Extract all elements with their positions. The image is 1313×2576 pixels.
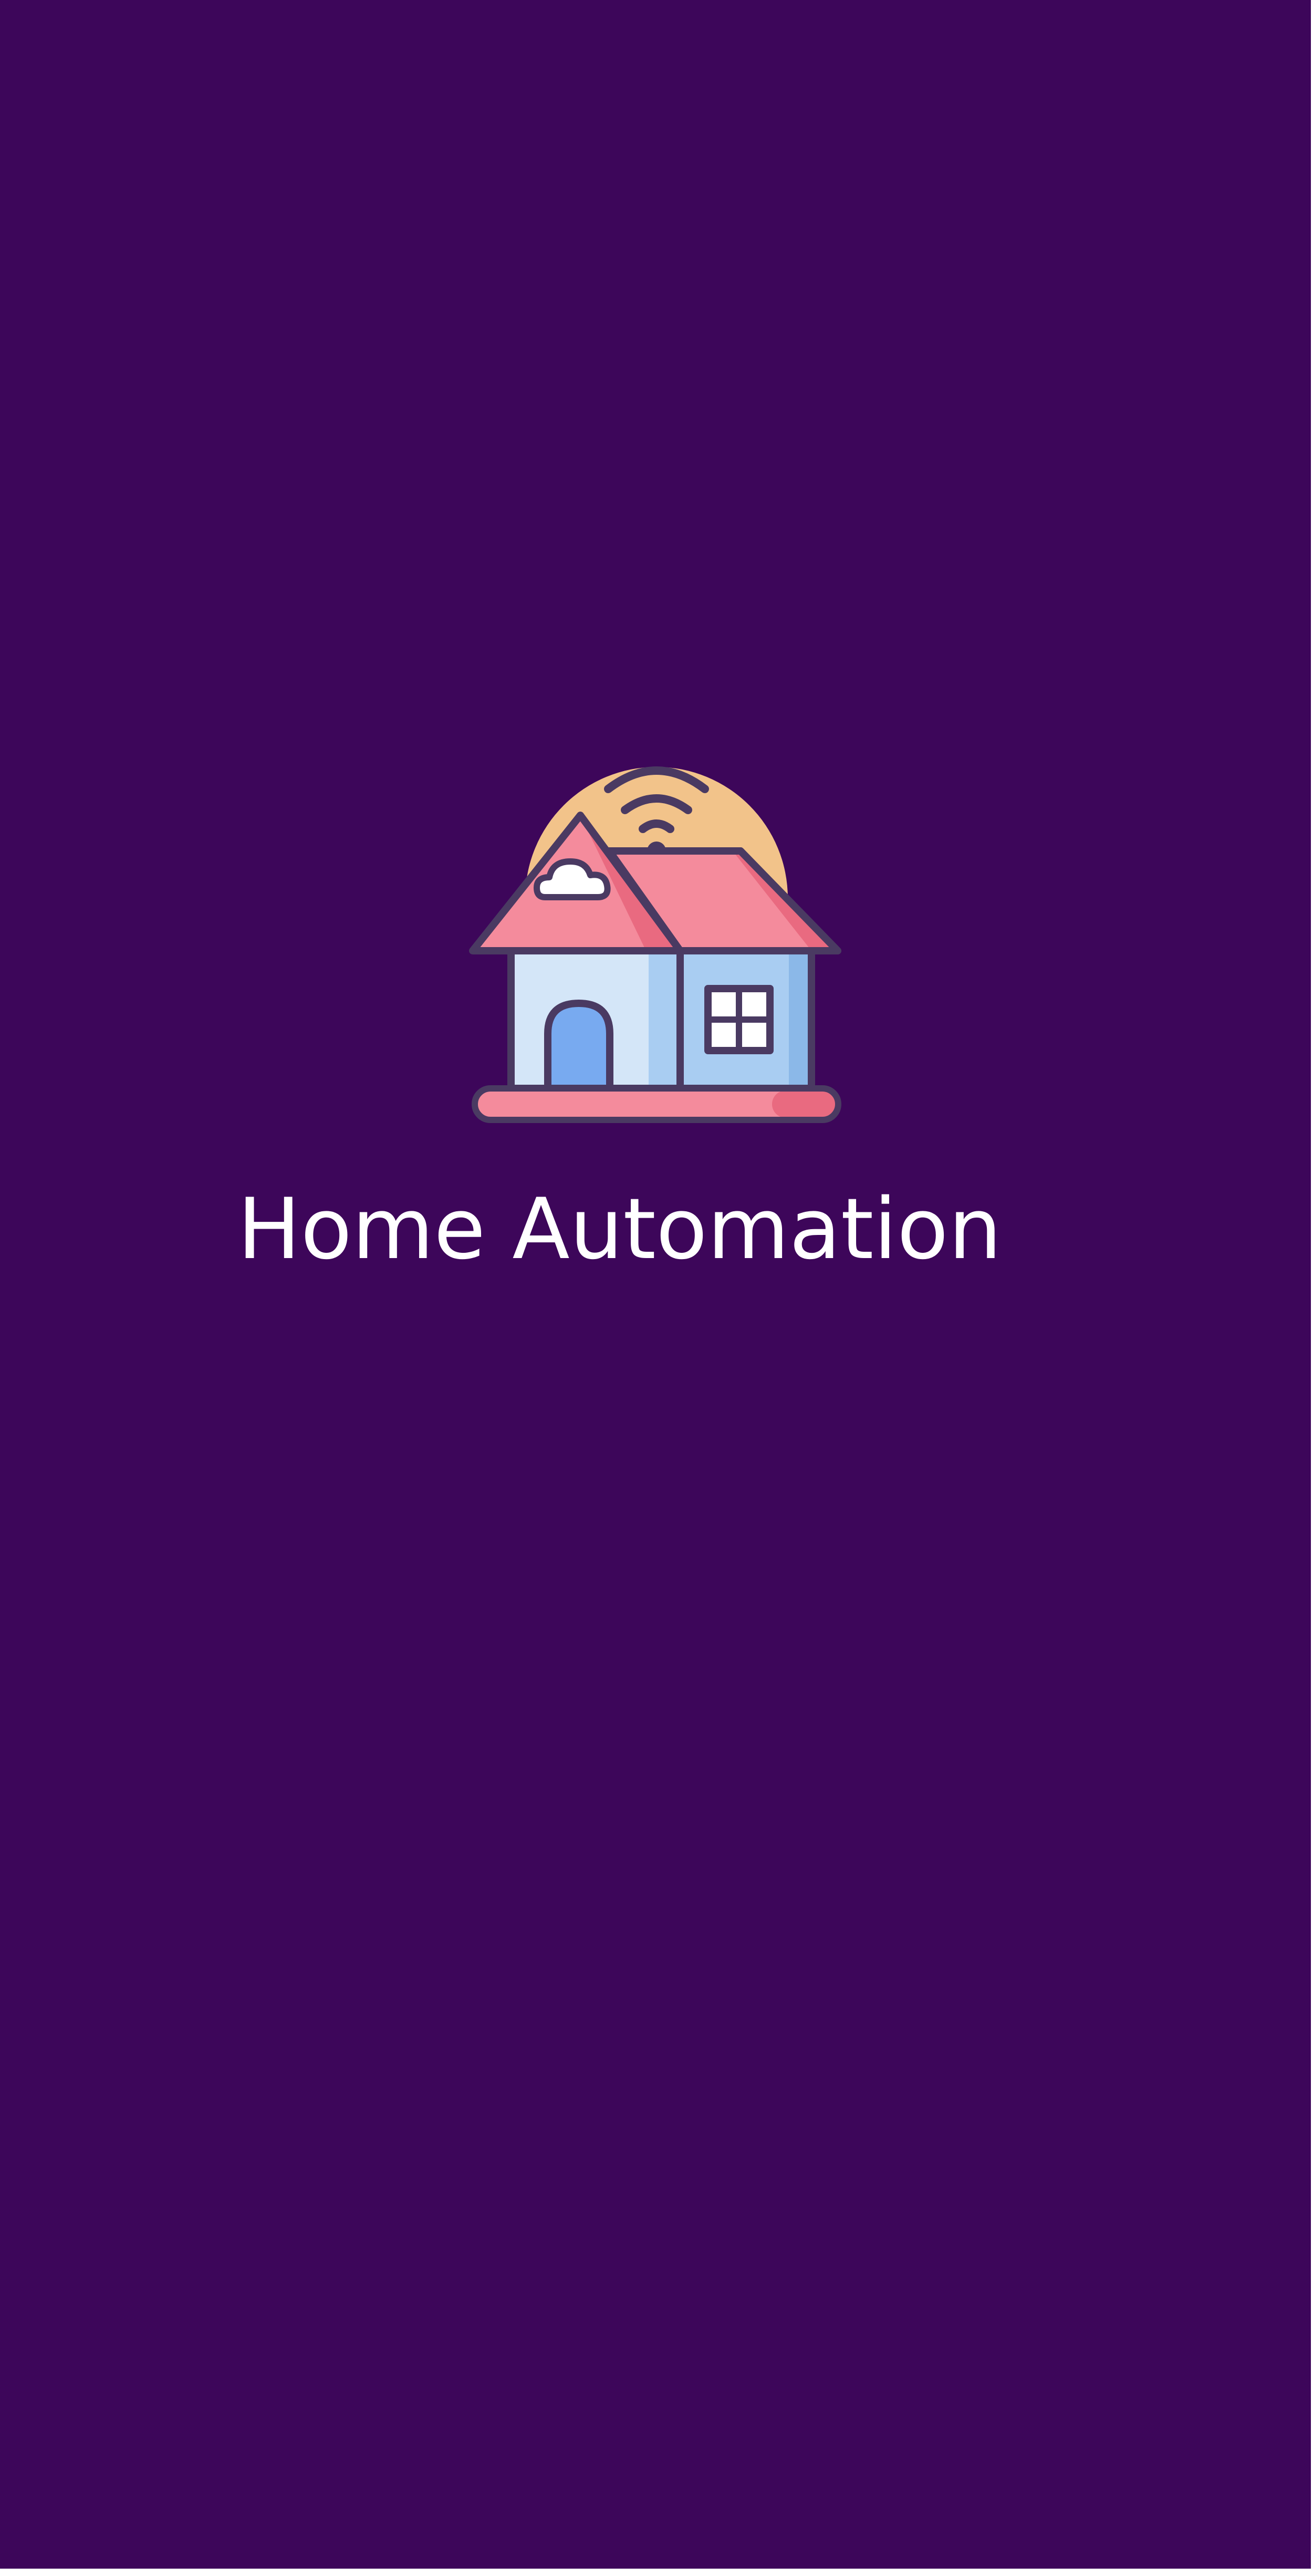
window-icon bbox=[704, 985, 774, 1054]
app-title: Home Automation bbox=[237, 1180, 1002, 1278]
smart-home-wifi-icon bbox=[469, 766, 841, 1123]
door-icon bbox=[544, 1000, 613, 1092]
splash-screen: Home Automation bbox=[0, 0, 1311, 2569]
